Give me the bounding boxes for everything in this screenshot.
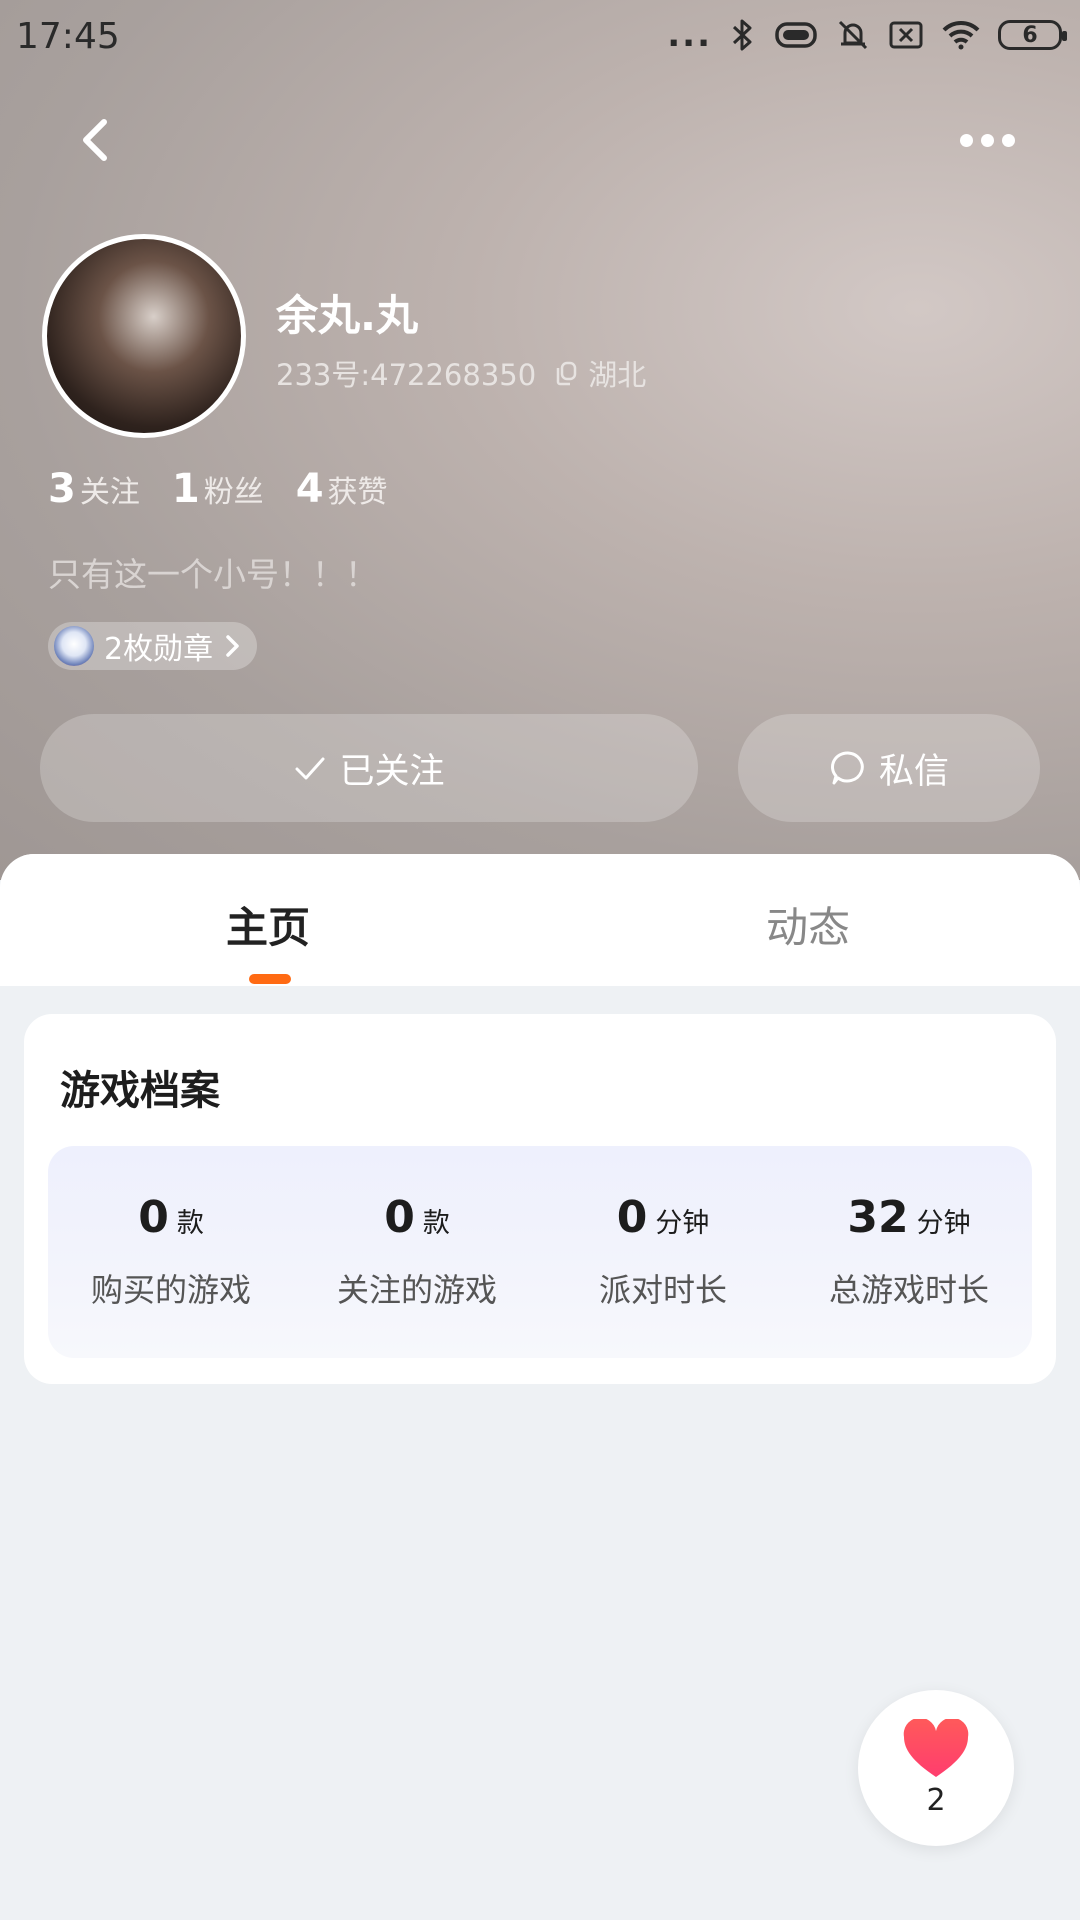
game-stat-number: 0 — [616, 1192, 648, 1243]
stat-number: 1 — [171, 466, 200, 512]
more-notifications-icon: ... — [667, 15, 712, 55]
stat-label: 获赞 — [327, 475, 388, 510]
copy-icon[interactable] — [550, 358, 580, 388]
medals-label: 2枚勋章 — [104, 632, 214, 667]
game-stats-panel: 0款 购买的游戏 0款 关注的游戏 0 分钟 派对时长 32 分钟 总游戏时长 — [48, 1146, 1032, 1358]
stat-label: 关注 — [79, 475, 140, 510]
game-stat-unit: 分钟 — [916, 1208, 971, 1239]
card-title: 游戏档案 — [60, 1068, 220, 1114]
user-meta: 233号:472268350 湖北 — [276, 352, 646, 394]
no-sim-icon — [889, 21, 923, 49]
medal-badge-icon — [54, 626, 94, 666]
back-arrow-icon[interactable] — [68, 110, 128, 170]
stat-number: 4 — [295, 466, 324, 512]
check-icon — [295, 757, 325, 780]
status-bar: 17:45 ... 6 — [0, 0, 1080, 76]
tab-home[interactable]: 主页 — [226, 894, 310, 955]
status-time: 17:45 — [16, 16, 120, 57]
game-stat-purchased[interactable]: 0款 购买的游戏 — [48, 1146, 294, 1358]
user-id: 233号:472268350 — [276, 358, 537, 392]
stat-label: 粉丝 — [203, 475, 264, 510]
vibrate-icon — [775, 22, 817, 48]
stat-likes[interactable]: 4 获赞 — [296, 466, 388, 512]
tab-indicator — [249, 974, 291, 984]
chat-bubble-icon — [831, 751, 864, 785]
status-icons: ... 6 — [667, 15, 1067, 55]
heart-icon — [903, 1718, 969, 1777]
game-profile-card: 游戏档案 0款 购买的游戏 0款 关注的游戏 0 分钟 派对时长 32 分钟 总游戏… — [24, 1014, 1056, 1384]
game-stat-party-time[interactable]: 0 分钟 派对时长 — [540, 1146, 786, 1358]
game-stat-label: 派对时长 — [598, 1271, 727, 1309]
bluetooth-icon — [732, 19, 752, 51]
like-button[interactable]: 2 — [858, 1690, 1014, 1846]
user-location: 湖北 — [588, 358, 647, 392]
battery-level: 6 — [1022, 22, 1038, 48]
chevron-right-icon — [226, 635, 239, 657]
game-stat-label: 总游戏时长 — [828, 1271, 989, 1309]
tab-bar: 主页 动态 — [0, 854, 1080, 986]
game-stat-number: 32 — [847, 1192, 909, 1243]
like-count: 2 — [926, 1782, 946, 1818]
game-stat-followed[interactable]: 0款 关注的游戏 — [294, 1146, 540, 1358]
more-options-icon[interactable] — [952, 120, 1022, 160]
username: 余丸.丸 — [276, 291, 418, 340]
profile-stats: 3 关注 1 粉丝 4 获赞 — [48, 466, 388, 512]
message-label: 私信 — [878, 751, 949, 792]
game-stat-label: 关注的游戏 — [336, 1271, 497, 1309]
bio: 只有这一个小号！！！ — [48, 555, 378, 594]
medals-button[interactable]: 2枚勋章 — [48, 622, 258, 670]
avatar[interactable] — [42, 234, 246, 438]
game-stat-label: 购买的游戏 — [90, 1271, 251, 1309]
stat-followers[interactable]: 1 粉丝 — [172, 466, 264, 512]
wifi-icon — [942, 20, 980, 50]
stat-number: 3 — [48, 466, 76, 512]
message-button[interactable]: 私信 — [738, 714, 1040, 822]
game-stat-unit: 款 — [422, 1208, 450, 1239]
game-stat-unit: 款 — [176, 1208, 204, 1239]
followed-button[interactable]: 已关注 — [40, 714, 698, 822]
game-stat-total-time[interactable]: 32 分钟 总游戏时长 — [786, 1146, 1032, 1358]
stat-following[interactable]: 3 关注 — [48, 466, 140, 512]
tab-feed[interactable]: 动态 — [766, 894, 850, 955]
mute-bell-icon — [838, 20, 868, 50]
followed-label: 已关注 — [339, 751, 445, 792]
game-stat-number: 0 — [384, 1192, 415, 1243]
game-stat-number: 0 — [138, 1192, 169, 1243]
battery-icon: 6 — [998, 20, 1067, 50]
game-stat-unit: 分钟 — [655, 1208, 710, 1239]
